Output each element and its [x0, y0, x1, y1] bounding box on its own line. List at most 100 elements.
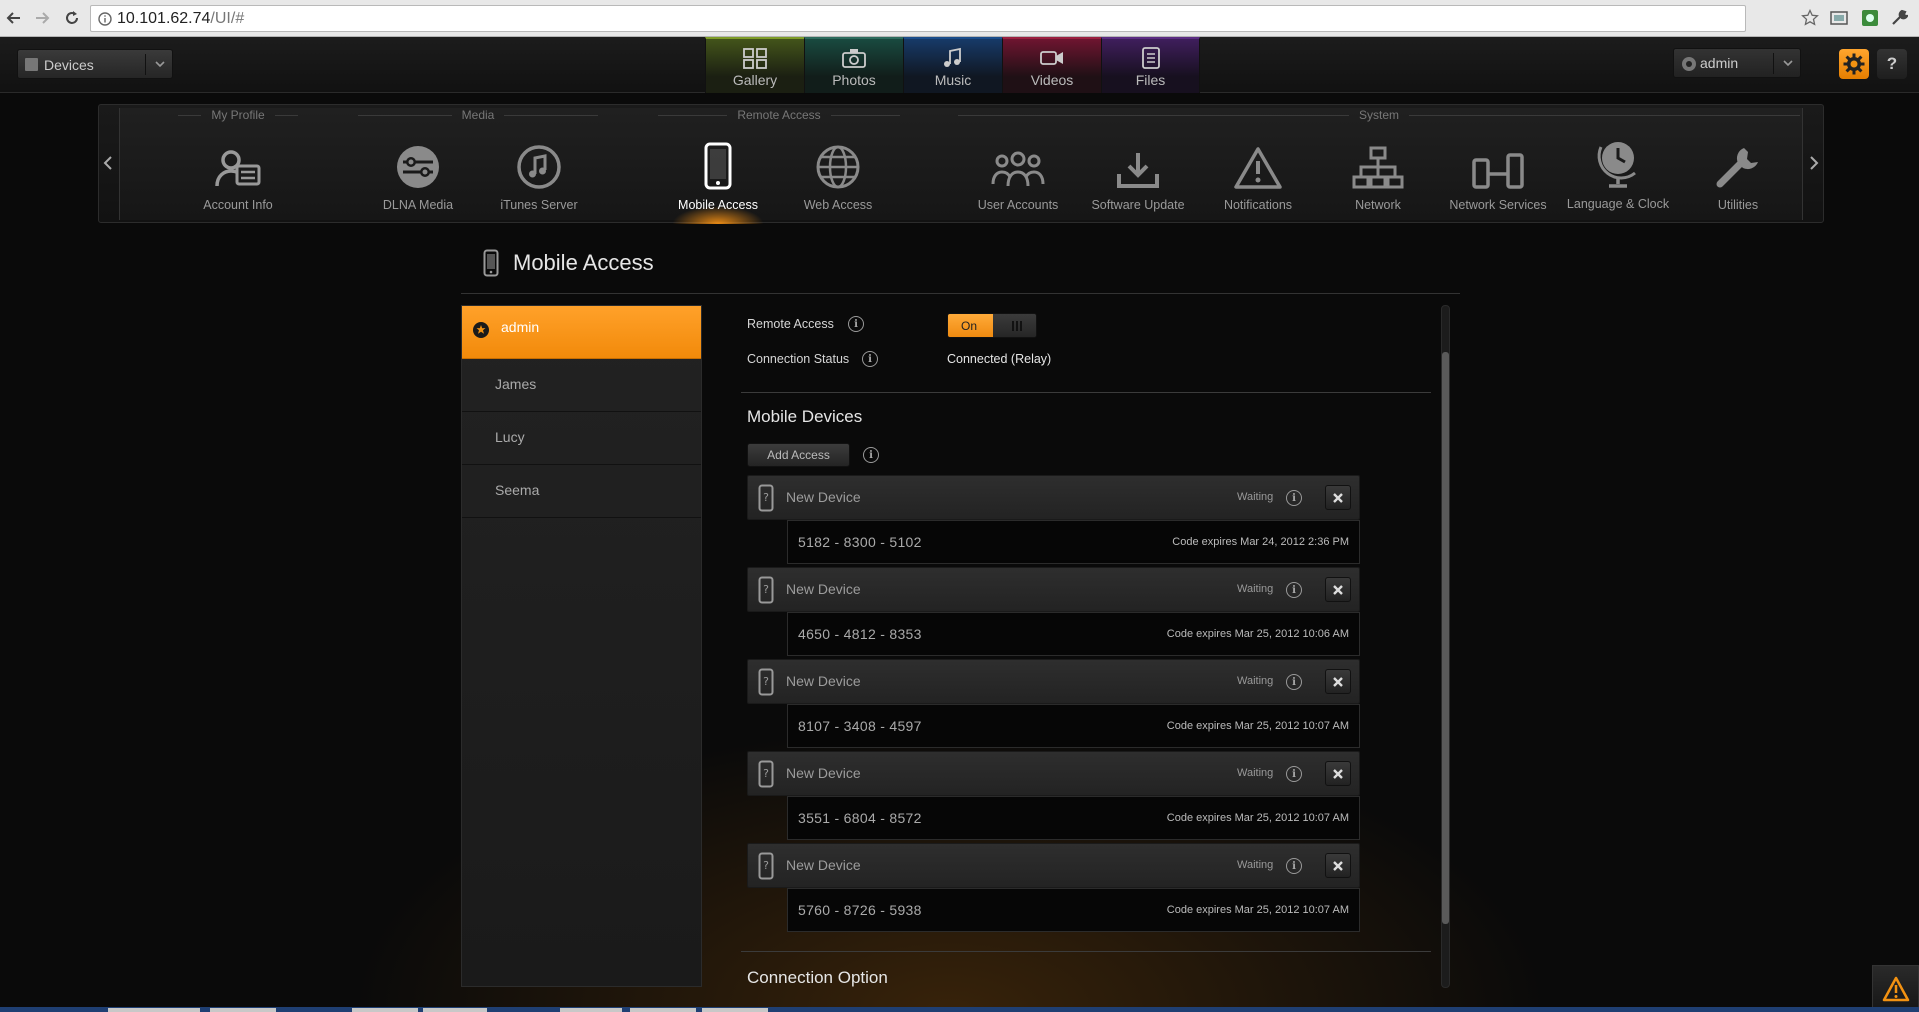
reload-icon[interactable] — [60, 6, 84, 30]
info-icon[interactable]: i — [863, 447, 879, 463]
star-icon[interactable] — [1799, 7, 1821, 29]
info-icon[interactable]: i — [848, 316, 864, 332]
device-row[interactable]: ? New Device Waiting i — [747, 659, 1360, 704]
user-label: admin — [1700, 55, 1739, 71]
mobile-unknown-icon: ? — [758, 576, 774, 604]
wrench-menu-icon[interactable] — [1888, 7, 1910, 29]
info-icon[interactable]: i — [1286, 674, 1302, 690]
remote-access-toggle[interactable]: On — [947, 313, 1037, 338]
access-code: 4650 - 4812 - 8353 — [798, 626, 922, 642]
warning-icon — [1234, 147, 1282, 189]
divider — [741, 951, 1431, 952]
divider — [461, 293, 1460, 294]
music-icon — [944, 47, 961, 67]
screen-capture-icon[interactable] — [1828, 7, 1850, 29]
button-label: Add Access — [767, 448, 830, 462]
carousel-next-button[interactable] — [1807, 153, 1821, 173]
carousel-item-language-clock[interactable]: Language & Clock — [1563, 137, 1673, 211]
user-list-item-james[interactable]: James — [462, 359, 701, 412]
carousel-item-software-update[interactable]: Software Update — [1083, 138, 1193, 212]
devices-label: Devices — [44, 57, 94, 73]
tab-music[interactable]: Music — [903, 37, 1002, 93]
carousel-item-itunes-server[interactable]: iTunes Server — [484, 138, 594, 212]
taskbar-button[interactable] — [108, 1008, 200, 1012]
remove-device-button[interactable] — [1325, 761, 1351, 786]
tab-photos[interactable]: Photos — [804, 37, 903, 93]
carousel-item-network[interactable]: Network — [1323, 138, 1433, 212]
user-list-item-lucy[interactable]: Lucy — [462, 412, 701, 465]
taskbar-button[interactable] — [560, 1008, 622, 1012]
forward-icon[interactable] — [30, 6, 54, 30]
taskbar — [0, 1007, 1919, 1012]
carousel-item-notifications[interactable]: Notifications — [1203, 138, 1313, 212]
carousel-item-account-info[interactable]: Account Info — [183, 138, 293, 212]
remove-device-button[interactable] — [1325, 577, 1351, 602]
users-icon — [991, 151, 1045, 187]
svg-text:?: ? — [763, 491, 769, 504]
device-name: New Device — [786, 765, 861, 781]
carousel-prev-button[interactable] — [101, 153, 115, 173]
group-remote-access: Remote Access — [658, 108, 900, 122]
carousel-item-label: DLNA Media — [382, 198, 454, 212]
code-expiry: Code expires Mar 24, 2012 2:36 PM — [1172, 536, 1349, 548]
taskbar-button[interactable] — [702, 1008, 768, 1012]
taskbar-button[interactable] — [630, 1008, 696, 1012]
svg-text:?: ? — [763, 767, 769, 780]
user-list-item-admin[interactable]: admin — [462, 306, 701, 359]
carousel-item-web-access[interactable]: Web Access — [783, 138, 893, 212]
devices-dropdown[interactable]: Devices — [17, 49, 173, 79]
help-icon: ? — [1886, 54, 1898, 73]
carousel-item-network-services[interactable]: Network Services — [1443, 138, 1553, 212]
address-bar[interactable]: 10.101.62.74/UI/# — [90, 5, 1746, 32]
remove-device-button[interactable] — [1325, 485, 1351, 510]
back-icon[interactable] — [2, 6, 26, 30]
info-icon[interactable]: i — [862, 351, 878, 367]
media-tabs: Gallery Photos Music Videos Files — [705, 37, 1200, 93]
carousel-item-mobile-access[interactable]: Mobile Access — [663, 138, 773, 212]
settings-button[interactable] — [1839, 49, 1869, 79]
carousel-item-label: iTunes Server — [500, 198, 578, 212]
device-row[interactable]: ? New Device Waiting i — [747, 475, 1360, 520]
device-status: Waiting — [1237, 767, 1274, 779]
user-list-item-seema[interactable]: Seema — [462, 465, 701, 518]
access-code: 3551 - 6804 - 8572 — [798, 810, 922, 826]
page-info-icon[interactable] — [98, 12, 112, 26]
carousel-item-user-accounts[interactable]: User Accounts — [963, 138, 1073, 212]
scrollbar-thumb[interactable] — [1442, 352, 1449, 924]
url-text: 10.101.62.74/UI/# — [117, 10, 245, 27]
user-avatar-icon — [1682, 57, 1696, 71]
tab-label: Photos — [832, 72, 876, 88]
info-icon[interactable]: i — [1286, 766, 1302, 782]
taskbar-button[interactable] — [352, 1008, 418, 1012]
device-row[interactable]: ? New Device Waiting i — [747, 567, 1360, 612]
add-access-button[interactable]: Add Access — [747, 443, 850, 467]
device-code-row: 8107 - 3408 - 4597 Code expires Mar 25, … — [787, 704, 1360, 748]
tab-videos[interactable]: Videos — [1002, 37, 1101, 93]
device-row[interactable]: ? New Device Waiting i — [747, 843, 1360, 888]
code-expiry: Code expires Mar 25, 2012 10:06 AM — [1166, 628, 1349, 640]
itunes-icon — [517, 145, 561, 189]
tab-files[interactable]: Files — [1101, 37, 1200, 93]
extension-icon[interactable] — [1859, 7, 1881, 29]
help-button[interactable]: ? — [1877, 49, 1907, 79]
user-dropdown[interactable]: admin — [1673, 48, 1801, 78]
carousel-item-utilities[interactable]: Utilities — [1683, 138, 1793, 212]
remove-device-button[interactable] — [1325, 853, 1351, 878]
info-icon[interactable]: i — [1286, 582, 1302, 598]
gallery-icon — [743, 48, 767, 69]
carousel-item-label: Mobile Access — [678, 198, 758, 212]
alert-button[interactable] — [1872, 965, 1919, 1012]
info-icon[interactable]: i — [1286, 858, 1302, 874]
device-status: Waiting — [1237, 491, 1274, 503]
remove-device-button[interactable] — [1325, 669, 1351, 694]
tab-gallery[interactable]: Gallery — [705, 37, 804, 93]
file-icon — [1141, 47, 1160, 69]
carousel-item-dlna-media[interactable]: DLNA Media — [363, 138, 473, 212]
taskbar-button[interactable] — [423, 1008, 487, 1012]
taskbar-button[interactable] — [210, 1008, 276, 1012]
download-icon — [1117, 153, 1159, 188]
info-icon[interactable]: i — [1286, 490, 1302, 506]
device-row[interactable]: ? New Device Waiting i — [747, 751, 1360, 796]
close-icon — [1333, 676, 1343, 687]
chevron-right-icon — [1810, 156, 1819, 170]
